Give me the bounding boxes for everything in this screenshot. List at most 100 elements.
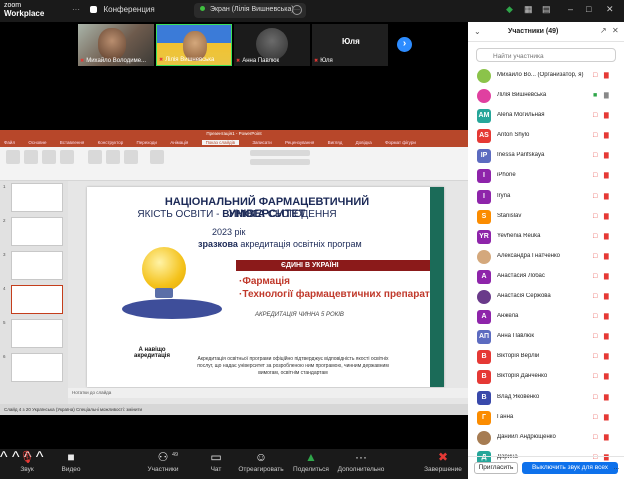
more-button[interactable]: ··· Дополнительно — [336, 449, 386, 473]
slide-thumb: 5 — [3, 319, 63, 348]
participant-row[interactable]: А Анжела □ ▇ — [468, 307, 624, 327]
ribbon-icon — [60, 150, 74, 164]
participant-avatar — [256, 28, 288, 60]
thumb-number: 2 — [3, 218, 6, 223]
slide-green-bar — [430, 187, 444, 387]
participant-row[interactable]: В Влад Яковенко □ ▇ — [468, 388, 624, 408]
participant-row[interactable]: В Вікторія Данченко □ ▇ — [468, 367, 624, 387]
end-meeting-button[interactable]: ✖ Завершение — [418, 449, 468, 473]
ribbon-field — [250, 159, 310, 165]
participant-row[interactable]: Анастасія Сержова □ ▇ — [468, 287, 624, 307]
search-input[interactable] — [476, 48, 616, 62]
logo-bottom-text: Workplace — [4, 9, 45, 18]
react-button[interactable]: ☺ Отреагировать — [236, 449, 286, 473]
video-off-icon: □ — [593, 72, 598, 79]
chat-icon: ▭ — [210, 450, 222, 464]
screen-share-pill[interactable]: Экран (Лілія Вишневська) ··· — [194, 3, 306, 18]
options-icon[interactable]: ··· — [292, 5, 302, 15]
slide-year: 2023 рік — [212, 227, 246, 237]
ppt-menu-item: Переходи — [136, 140, 157, 145]
layout-icon[interactable]: ▤ — [542, 4, 551, 15]
video-off-icon: □ — [593, 232, 598, 240]
popout-icon[interactable]: ↗ — [600, 26, 607, 35]
share-button[interactable]: ▲ Поделиться — [286, 449, 336, 473]
participant-row[interactable]: Александра Гнатченко □ ▇ — [468, 247, 624, 267]
participant-name: Вікторія Данченко — [497, 373, 548, 380]
slide-bullet: ·Фармація — [239, 276, 290, 287]
participant-avatar: I — [477, 189, 491, 204]
video-off-icon: □ — [593, 252, 598, 260]
participant-name: Stanislav — [497, 212, 522, 219]
mute-button[interactable]: 🎙 Звук — [2, 449, 52, 473]
panel-title: Участники (49) — [508, 28, 559, 35]
video-off-icon: □ — [593, 152, 598, 160]
more-icon[interactable]: ··· — [72, 5, 80, 14]
participant-row[interactable]: А Анастасия Лобас □ ▇ — [468, 267, 624, 287]
slide-thumb: 1 — [3, 183, 63, 212]
participant-row[interactable]: Михайло Во... (Организатор, я) □ ▇ — [468, 66, 624, 86]
mic-muted-icon: ▇ — [604, 273, 609, 280]
video-off-icon: □ — [593, 112, 598, 120]
grid-view-icon[interactable]: ▦ — [524, 4, 533, 15]
participants-count: 49 — [172, 452, 179, 458]
participant-row[interactable]: AM Alena Могильная □ ▇ — [468, 106, 624, 126]
subheading-part: ЯКІСТЬ ОСВІТИ - — [137, 209, 223, 220]
screen-share-label: Экран (Лілія Вишневська) — [209, 6, 294, 13]
mic-muted-icon: ▇ — [604, 153, 609, 160]
participant-row[interactable]: АП Анна Павлюк □ ▇ — [468, 327, 624, 347]
participant-row[interactable]: IP Inessa Parifskaya □ ▇ — [468, 146, 624, 166]
ribbon-field — [250, 150, 310, 156]
participant-avatar: В — [477, 390, 491, 405]
video-tile-active[interactable]: Лілія Вишневська — [156, 24, 232, 66]
invite-button[interactable]: Пригласить — [474, 462, 518, 474]
maximize-icon[interactable]: □ — [586, 4, 591, 14]
slide-bullet: ·Технології фармацевтичних препаратів — [239, 289, 439, 300]
participant-row[interactable]: S Stanislav □ ▇ — [468, 207, 624, 227]
thumb-number: 4 — [3, 286, 6, 291]
participant-name: Александра Гнатченко — [497, 252, 561, 259]
minimize-icon[interactable]: – — [568, 4, 573, 14]
participant-row[interactable]: В Вікторія Верлій □ ▇ — [468, 347, 624, 367]
subheading-bold: ВИМОГА — [222, 209, 265, 220]
participant-row[interactable]: Лілія Вишневська ■ ▇ — [468, 86, 624, 106]
participant-name: Лілія Вишневська — [497, 92, 547, 99]
mute-all-button[interactable]: Выключить звук для всех — [522, 462, 618, 474]
video-tile[interactable]: Анна Павлюк — [234, 24, 310, 66]
chat-button[interactable]: ▭ Чат — [191, 449, 241, 473]
ribbon-icon — [106, 150, 120, 164]
participants-button[interactable]: ⚇ Участники — [138, 449, 188, 473]
ribbon-icon — [6, 150, 20, 164]
participant-row[interactable]: IiPhone □ ▇ — [468, 166, 624, 186]
ppt-menu-item-active: Показ слайдів — [201, 140, 240, 145]
next-page-button[interactable]: › — [397, 37, 412, 52]
close-icon[interactable]: ✕ — [612, 26, 619, 35]
participant-name: Yevhenia Reuka — [497, 232, 541, 239]
video-button[interactable]: ■ Видео — [46, 449, 96, 473]
video-off-icon: □ — [593, 373, 598, 381]
mic-muted-icon: ▇ — [604, 253, 609, 260]
video-tile[interactable]: Михайло Володиме... — [78, 24, 154, 66]
participant-row[interactable]: AS Anton Shylo □ ▇ — [468, 126, 624, 146]
close-icon[interactable]: ✕ — [606, 4, 614, 15]
mic-muted-icon: ▇ — [604, 394, 609, 401]
tile-big-name: Юля — [342, 37, 360, 46]
participants-panel: ⌄ Участники (49) ↗ ✕ ⌕ Михайло Во... (Ор… — [468, 22, 624, 479]
more-options-button[interactable]: ... — [612, 462, 621, 474]
sharing-indicator-icon — [200, 6, 205, 11]
participant-name: Анастасия Лобас — [497, 272, 545, 279]
shield-icon[interactable]: ◆ — [506, 4, 513, 15]
participant-row[interactable]: YR Yevhenia Reuka □ ▇ — [468, 227, 624, 247]
slide-notes: Нотатки до слайда — [68, 388, 468, 398]
video-tile[interactable]: Юля Юля — [312, 24, 388, 66]
slide-red-band: ЄДИНІ В УКРАЇНІ — [236, 260, 440, 271]
camera-icon: ■ — [67, 450, 75, 464]
conference-label: Конференция — [103, 5, 155, 14]
chevron-down-icon[interactable]: ⌄ — [474, 27, 481, 36]
conference-menu[interactable]: ··· Конференция — [72, 5, 155, 14]
participant-row[interactable]: I Iryna □ ▇ — [468, 187, 624, 207]
thumb-number: 5 — [3, 320, 6, 325]
participant-row[interactable]: Г Ганна □ ▇ — [468, 408, 624, 428]
participant-row[interactable]: Даниил Андрющенко □ ▇ — [468, 428, 624, 448]
participant-name: Анастасія Сержова — [497, 293, 551, 300]
ppt-menu-item: Конструктор — [97, 140, 124, 145]
